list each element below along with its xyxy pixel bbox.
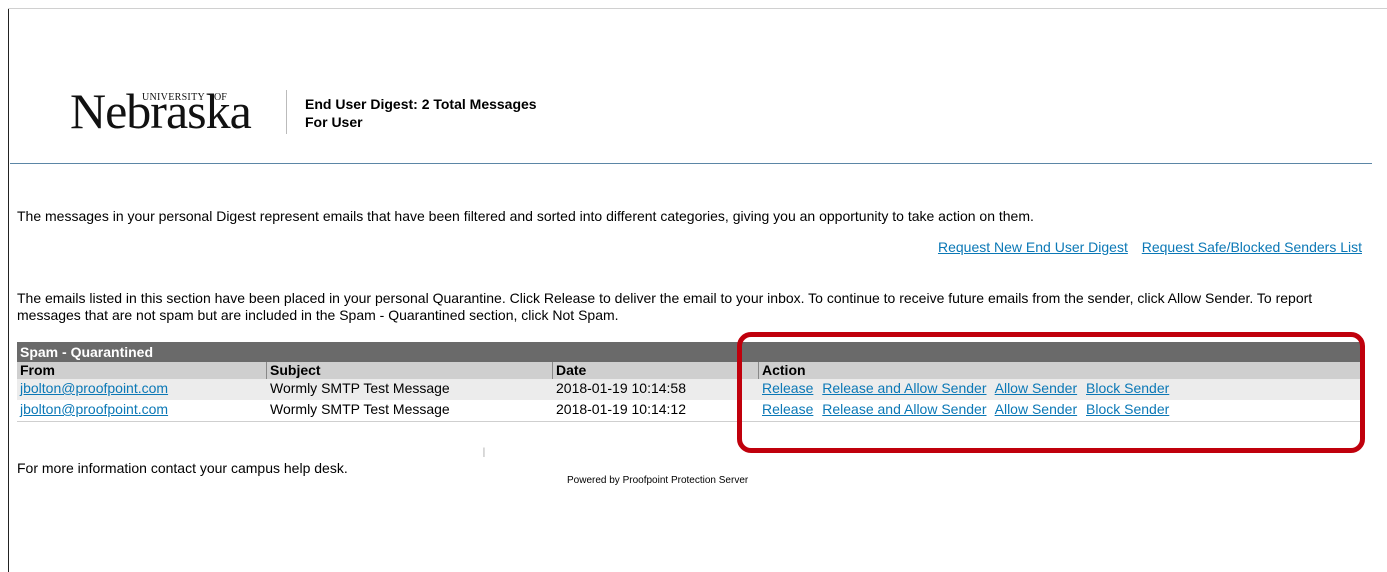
date-cell: 2018-01-19 10:14:58 — [556, 380, 686, 396]
action-highlight-box — [737, 332, 1365, 453]
sender-link[interactable]: jbolton@proofpoint.com — [20, 379, 168, 398]
quarantine-description: The emails listed in this section have b… — [17, 290, 1313, 323]
intro-text: The messages in your personal Digest rep… — [17, 208, 1034, 224]
column-from: From — [20, 362, 55, 378]
header-rule — [10, 163, 1372, 164]
header-text: End User Digest: 2 Total Messages For Us… — [305, 95, 537, 131]
column-subject: Subject — [270, 362, 321, 378]
date-cell: 2018-01-19 10:14:12 — [556, 401, 686, 417]
sender-link[interactable]: jbolton@proofpoint.com — [20, 400, 168, 419]
subject-cell: Wormly SMTP Test Message — [270, 401, 450, 417]
help-desk-info: For more information contact your campus… — [17, 460, 348, 476]
powered-by-text: Powered by Proofpoint Protection Server — [567, 475, 749, 486]
logo-university-text: UNIVERSITY — [142, 92, 205, 103]
subject-cell: Wormly SMTP Test Message — [270, 380, 450, 396]
request-safe-blocked-link[interactable]: Request Safe/Blocked Senders List — [1142, 239, 1362, 255]
header-divider — [286, 90, 287, 134]
digest-title: End User Digest: 2 Total Messages — [305, 96, 537, 112]
column-date: Date — [556, 362, 587, 378]
request-new-digest-link[interactable]: Request New End User Digest — [938, 239, 1128, 255]
text-cursor-icon: I — [482, 444, 486, 460]
column-divider — [552, 362, 553, 379]
request-links: Request New End User Digest Request Safe… — [928, 239, 1362, 255]
window-left-border — [8, 8, 9, 572]
window-top-border — [8, 8, 1387, 9]
university-logo: Nebraska UNIVERSITY OF — [68, 86, 258, 136]
column-divider — [266, 362, 267, 379]
logo-of-text: OF — [214, 92, 227, 103]
for-user-label: For User — [305, 114, 363, 130]
